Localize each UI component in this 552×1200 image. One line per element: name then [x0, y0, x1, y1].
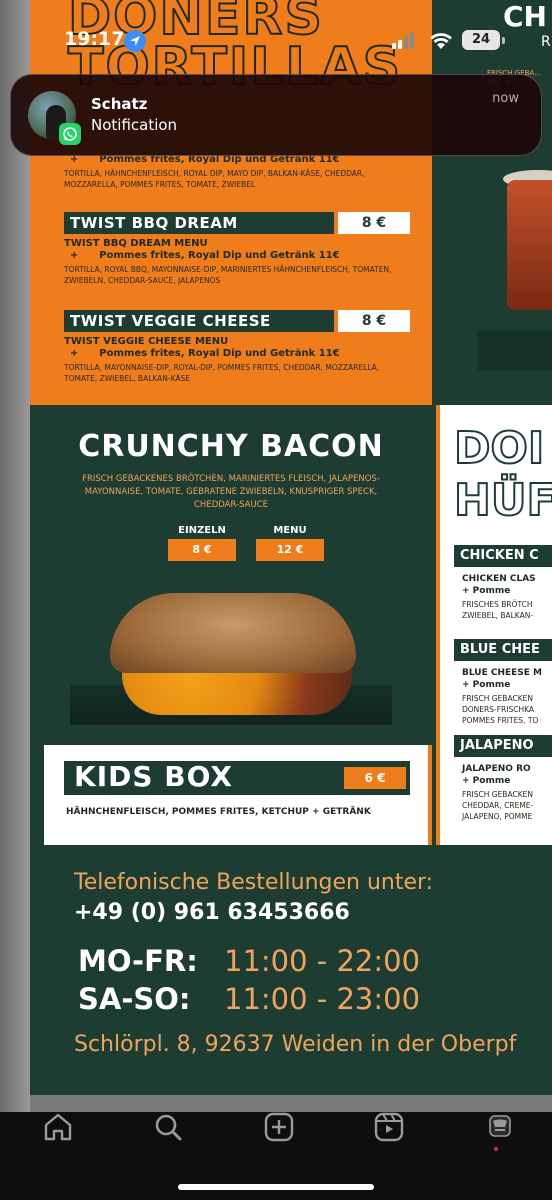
- kids-box-panel: KIDS BOX 6 € HÄHNCHENFLEISCH, POMMES FRI…: [44, 745, 432, 845]
- panel-title-line1: DOI: [453, 422, 545, 475]
- item-name: TWIST VEGGIE CHEESE: [64, 310, 334, 332]
- menu-price: 12 €: [256, 539, 324, 561]
- burger-bun-image: [110, 593, 356, 673]
- menu-item: TWIST VEGGIE CHEESE 8 € TWIST VEGGIE CHE…: [64, 310, 410, 384]
- item-name: CHICKEN C: [454, 545, 552, 567]
- item-description: TORTILLA, MAYONNAISE-DIP, ROYAL-DIP, POM…: [64, 363, 380, 383]
- bacon-title: CRUNCHY BACON: [78, 429, 384, 464]
- product-stand: [477, 330, 552, 370]
- item-menu-line: + Pomme: [462, 680, 511, 690]
- menu-label: MENU: [273, 525, 307, 536]
- clock: 19:17: [64, 28, 125, 50]
- signal-icon: [392, 32, 414, 49]
- weekend-hours: 11:00 - 23:00: [224, 982, 421, 1016]
- status-bar: 19:17 24: [0, 28, 552, 54]
- kids-description: HÄHNCHENFLEISCH, POMMES FRITES, KETCHUP …: [66, 807, 371, 817]
- item-description: FRISCH GEBACKEN: [462, 790, 533, 799]
- panel-title-line2: HÜF: [453, 474, 552, 527]
- drink-cup-image: [507, 180, 552, 310]
- item-menu-title: BLUE CHEESE M: [462, 668, 543, 678]
- single-label: EINZELN: [178, 525, 226, 536]
- item-name: BLUE CHEE: [454, 639, 552, 661]
- item-description: ZWIEBEL, BALKAN-: [462, 611, 534, 620]
- home-icon[interactable]: [38, 1112, 78, 1142]
- location-icon: [124, 30, 146, 52]
- battery-indicator: 24: [462, 30, 500, 50]
- reels-icon[interactable]: [369, 1112, 409, 1142]
- notification-dot: [494, 1147, 498, 1151]
- drinks-panel: CH R FRISCH GEBA… KES, R…: [437, 0, 552, 405]
- weekday-label: MO-FR:: [78, 944, 198, 978]
- create-icon[interactable]: [259, 1112, 299, 1142]
- notification-banner[interactable]: Schatz Notification now: [10, 74, 542, 156]
- weekend-label: SA-SO:: [78, 982, 191, 1016]
- crunchy-bacon-panel: CRUNCHY BACON FRISCH GEBACKENES BRÖTCHEN…: [30, 405, 432, 745]
- item-menu-title: CHICKEN CLAS: [462, 574, 536, 584]
- item-price: 8 €: [338, 212, 410, 234]
- whatsapp-icon: [59, 123, 81, 145]
- item-menu-title: TWIST VEGGIE CHEESE MENU: [64, 336, 229, 347]
- single-price: 8 €: [168, 539, 236, 561]
- item-menu-line: + Pomme: [462, 586, 511, 596]
- menu-poster: DONERS TORTILLAS + Pommes frites, Royal …: [30, 0, 552, 1095]
- item-menu-title: JALAPENO RO: [462, 764, 531, 774]
- notification-body: Notification: [91, 116, 178, 134]
- search-icon[interactable]: [148, 1112, 188, 1142]
- contact-info-panel: Telefonische Bestellungen unter: +49 (0)…: [30, 848, 552, 1095]
- item-description: CHEDDAR, CREME-: [462, 801, 534, 810]
- battery-tip: [502, 37, 505, 44]
- tortillas-panel: DONERS TORTILLAS + Pommes frites, Royal …: [30, 0, 432, 405]
- item-description: DONERS-FRISCHKA: [462, 705, 534, 714]
- item-description: FRISCH GEBACKEN: [462, 694, 533, 703]
- item-menu-title: TWIST BBQ DREAM MENU: [64, 238, 208, 249]
- menu-item: TWIST BBQ DREAM 8 € TWIST BBQ DREAM MENU…: [64, 212, 410, 286]
- item-name: TWIST BBQ DREAM: [64, 212, 334, 234]
- item-menu-line: + Pomme: [462, 776, 511, 786]
- item-description: POMMES FRITES, TO: [462, 716, 539, 725]
- weekday-hours: 11:00 - 22:00: [224, 944, 421, 978]
- home-indicator[interactable]: [178, 1184, 374, 1190]
- kids-title: KIDS BOX: [74, 760, 234, 793]
- wifi-icon: [430, 33, 452, 49]
- post-image[interactable]: DONERS TORTILLAS + Pommes frites, Royal …: [0, 0, 552, 1112]
- kids-price: 6 €: [344, 767, 406, 789]
- item-description: TORTILLA, ROYAL BBQ, MAYONNAISE-DIP, MAR…: [64, 265, 392, 285]
- image-edge: [0, 0, 30, 1112]
- item-description: FRISCHES BRÖTCH: [462, 600, 533, 609]
- bacon-description: FRISCH GEBACKENES BRÖTCHEN, MARINIERTES …: [82, 474, 380, 510]
- item-name: JALAPENO: [454, 735, 552, 757]
- item-price: 8 €: [338, 310, 410, 332]
- phone-number: +49 (0) 961 63453666: [74, 900, 350, 925]
- item-menu-line: + Pommes frites, Royal Dip und Getränk 1…: [70, 250, 340, 261]
- notification-title: Schatz: [91, 95, 148, 113]
- profile-icon[interactable]: [480, 1112, 520, 1142]
- notification-time: now: [492, 91, 519, 106]
- item-description: JALAPENO, POMME: [462, 812, 533, 821]
- menu-item: + Pommes frites, Royal Dip und Getränk 1…: [64, 154, 410, 190]
- doners-panel: DOI HÜF CHICKEN C CHICKEN CLAS + Pomme F…: [436, 405, 552, 845]
- phone-label: Telefonische Bestellungen unter:: [74, 870, 434, 895]
- item-description: TORTILLA, HÄHNCHENFLEISCH, ROYAL DIP, MA…: [64, 169, 365, 189]
- item-menu-line: + Pommes frites, Royal Dip und Getränk 1…: [70, 348, 340, 359]
- address: Schlörpl. 8, 92637 Weiden in der Oberpf: [74, 1032, 517, 1057]
